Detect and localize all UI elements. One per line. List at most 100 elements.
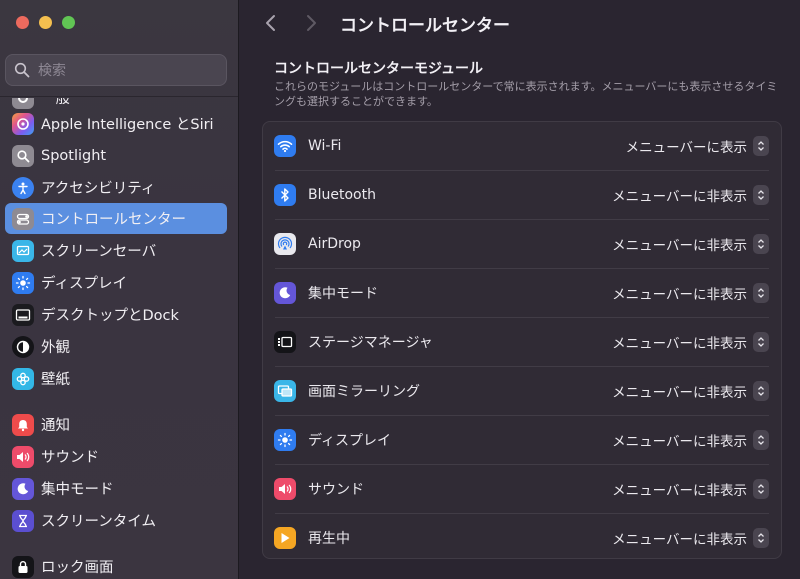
menubar-visibility-select[interactable]: メニューバーに非表示 xyxy=(612,283,747,303)
chevron-updown-icon[interactable] xyxy=(753,332,769,352)
focus-moon-icon xyxy=(274,282,296,304)
minimize-window-button[interactable] xyxy=(39,16,52,29)
sidebar-item-label: 通知 xyxy=(41,418,70,434)
module-label: AirDrop xyxy=(308,236,361,252)
chevron-updown-icon[interactable] xyxy=(753,430,769,450)
search-input[interactable] xyxy=(36,59,220,83)
module-label: ステージマネージャ xyxy=(308,335,433,351)
sidebar-item-label: スクリーンセーバ xyxy=(41,244,157,260)
module-row-screen-mirroring: 画面ミラーリング メニューバーに非表示 xyxy=(263,367,781,415)
notifications-icon xyxy=(12,413,34,436)
sidebar: 一般 Apple Intelligence とSiri Spotlight アク… xyxy=(0,0,239,579)
sidebar-item-desktop-dock[interactable]: デスクトップとDock xyxy=(5,299,227,330)
chevron-updown-icon[interactable] xyxy=(753,479,769,499)
menubar-visibility-select[interactable]: メニューバーに非表示 xyxy=(612,381,747,401)
sidebar-item-label: スクリーンタイム xyxy=(41,514,156,530)
section-description: これらのモジュールはコントロールセンターで常に表示されます。メニューバーにも表示… xyxy=(274,80,778,108)
module-row-sound: サウンド メニューバーに非表示 xyxy=(263,465,781,513)
airdrop-icon xyxy=(274,233,296,255)
sound-icon xyxy=(274,478,296,500)
chevron-updown-icon[interactable] xyxy=(753,136,769,156)
module-row-now-playing: 再生中 メニューバーに非表示 xyxy=(263,514,781,562)
sidebar-item-wallpaper[interactable]: 壁紙 xyxy=(5,363,227,394)
module-label: 画面ミラーリング xyxy=(308,384,420,400)
screen-time-hourglass-icon xyxy=(12,509,34,532)
module-label: サウンド xyxy=(308,482,364,498)
accessibility-icon xyxy=(12,176,34,199)
page-title: コントロールセンター xyxy=(340,16,510,36)
focus-moon-icon xyxy=(12,477,34,500)
sidebar-item-notifications[interactable]: 通知 xyxy=(5,409,227,440)
sidebar-item-appearance[interactable]: 外観 xyxy=(5,331,227,362)
chevron-updown-icon[interactable] xyxy=(753,283,769,303)
wifi-icon xyxy=(274,135,296,157)
module-label: ディスプレイ xyxy=(308,433,392,449)
sidebar-item-apple-intelligence-siri[interactable]: Apple Intelligence とSiri xyxy=(5,108,227,139)
sidebar-item-label: 一般 xyxy=(41,91,70,107)
sidebar-item-display[interactable]: ディスプレイ xyxy=(5,267,227,298)
chevron-updown-icon[interactable] xyxy=(753,381,769,401)
sidebar-item-label: デスクトップとDock xyxy=(41,308,179,324)
search-icon xyxy=(14,62,30,78)
chevron-updown-icon[interactable] xyxy=(753,528,769,548)
stage-manager-icon xyxy=(274,331,296,353)
display-icon xyxy=(12,271,34,294)
sidebar-item-accessibility[interactable]: アクセシビリティ xyxy=(5,172,227,203)
section-title: コントロールセンターモジュール xyxy=(274,61,484,77)
bluetooth-icon xyxy=(274,184,296,206)
appearance-icon xyxy=(12,335,34,358)
sidebar-item-label: Apple Intelligence とSiri xyxy=(41,117,214,133)
now-playing-icon xyxy=(274,527,296,549)
menubar-visibility-select[interactable]: メニューバーに非表示 xyxy=(612,234,747,254)
sidebar-item-label: 外観 xyxy=(41,340,70,356)
divider xyxy=(0,96,238,97)
sound-icon xyxy=(12,445,34,468)
search-field[interactable] xyxy=(5,54,227,86)
lock-screen-icon xyxy=(12,555,34,578)
sidebar-item-spotlight[interactable]: Spotlight xyxy=(5,140,227,171)
module-label: Bluetooth xyxy=(308,187,376,203)
menubar-visibility-select[interactable]: メニューバーに非表示 xyxy=(612,528,747,548)
apple-intelligence-icon xyxy=(12,112,34,135)
screen-mirroring-icon xyxy=(274,380,296,402)
menubar-visibility-select[interactable]: メニューバーに非表示 xyxy=(612,332,747,352)
sidebar-item-label: ロック画面 xyxy=(41,560,114,576)
zoom-window-button[interactable] xyxy=(62,16,75,29)
menubar-visibility-select[interactable]: メニューバーに表示 xyxy=(626,136,747,156)
sidebar-item-lock-screen[interactable]: ロック画面 xyxy=(5,551,227,579)
module-row-wifi: Wi-Fi メニューバーに表示 xyxy=(263,122,781,170)
module-row-focus: 集中モード メニューバーに非表示 xyxy=(263,269,781,317)
spotlight-search-icon xyxy=(12,144,34,167)
sidebar-item-label: Spotlight xyxy=(41,147,107,164)
display-brightness-icon xyxy=(274,429,296,451)
sidebar-item-label: ディスプレイ xyxy=(41,276,127,292)
sidebar-item-screen-time[interactable]: スクリーンタイム xyxy=(5,505,227,536)
module-list: Wi-Fi メニューバーに表示 Bluetooth メニューバーに非表示 Air… xyxy=(262,121,782,559)
close-window-button[interactable] xyxy=(16,16,29,29)
back-chevron-icon[interactable] xyxy=(261,12,281,34)
sidebar-item-control-center[interactable]: コントロールセンター xyxy=(5,203,227,234)
sidebar-item-sound[interactable]: サウンド xyxy=(5,441,227,472)
sidebar-item-screensaver[interactable]: スクリーンセーバ xyxy=(5,235,227,266)
sidebar-item-label: 集中モード xyxy=(41,482,114,498)
module-row-stage-manager: ステージマネージャ メニューバーに非表示 xyxy=(263,318,781,366)
desktop-dock-icon xyxy=(12,303,34,326)
module-label: Wi-Fi xyxy=(308,138,342,154)
wallpaper-icon xyxy=(12,367,34,390)
menubar-visibility-select[interactable]: メニューバーに非表示 xyxy=(612,185,747,205)
main-content: コントロールセンター コントロールセンターモジュール これらのモジュールはコント… xyxy=(239,0,800,579)
menubar-visibility-select[interactable]: メニューバーに非表示 xyxy=(612,430,747,450)
sidebar-item-label: コントロールセンター xyxy=(41,212,186,228)
sidebar-item-label: アクセシビリティ xyxy=(41,181,156,197)
chevron-updown-icon[interactable] xyxy=(753,185,769,205)
menubar-visibility-select[interactable]: メニューバーに非表示 xyxy=(612,479,747,499)
module-row-display: ディスプレイ メニューバーに非表示 xyxy=(263,416,781,464)
chevron-updown-icon[interactable] xyxy=(753,234,769,254)
sidebar-item-focus[interactable]: 集中モード xyxy=(5,473,227,504)
forward-chevron-icon[interactable] xyxy=(301,12,321,34)
module-row-bluetooth: Bluetooth メニューバーに非表示 xyxy=(263,171,781,219)
sidebar-item-label: サウンド xyxy=(41,450,99,466)
module-row-airdrop: AirDrop メニューバーに非表示 xyxy=(263,220,781,268)
control-center-icon xyxy=(12,207,34,230)
module-label: 集中モード xyxy=(308,286,378,302)
